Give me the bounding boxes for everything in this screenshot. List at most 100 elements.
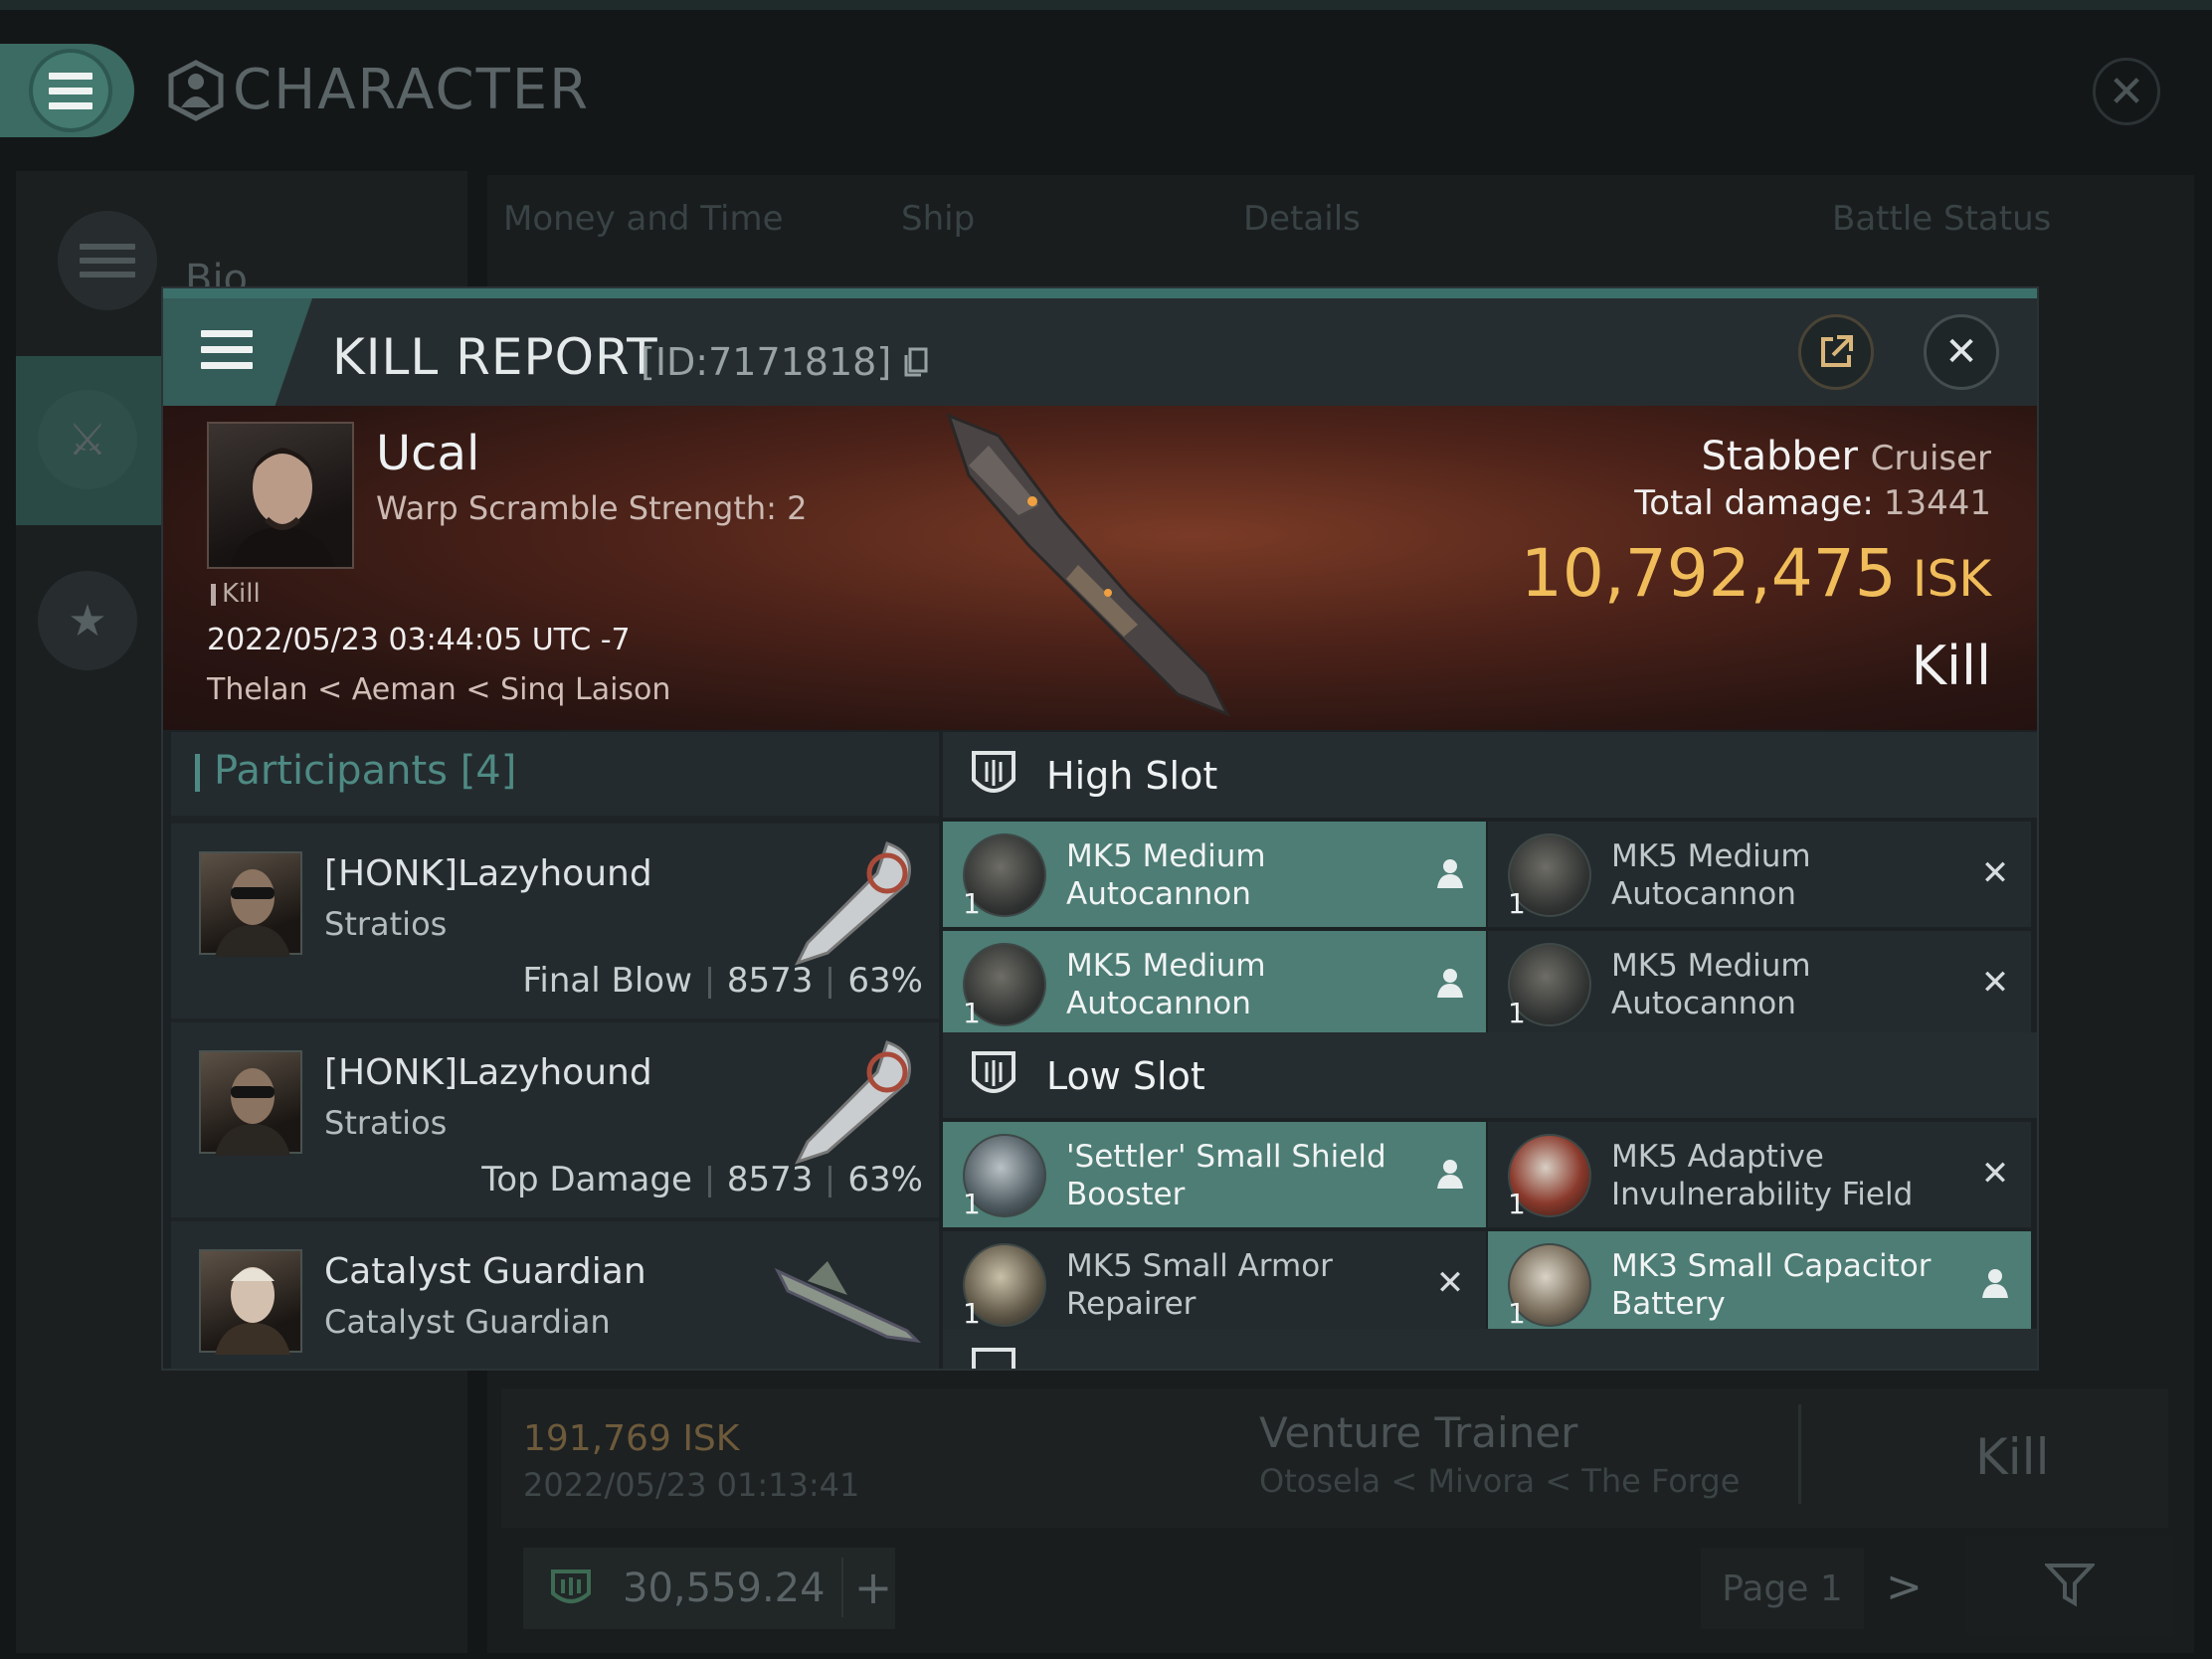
fitting-panel: High Slot 1 MK5 Medium Autocannon 1 MK5 …: [943, 732, 2037, 1369]
wallet-amount: 30,559.24: [623, 1566, 826, 1611]
star-icon: ★: [38, 571, 137, 670]
low-slot-header: Low Slot: [943, 1032, 2037, 1118]
participant-ship: Catalyst Guardian: [324, 1303, 611, 1341]
module-name: MK5 Medium Autocannon: [1611, 948, 1811, 1021]
participant-damage: 8573: [726, 961, 814, 1001]
module-name: MK5 Medium Autocannon: [1066, 838, 1266, 912]
kill-banner: Ucal Warp Scramble Strength: 2 Kill 2022…: [163, 406, 2037, 730]
high-slot-header: High Slot: [943, 732, 2037, 818]
page-title: CHARACTER: [167, 58, 590, 122]
close-window-button[interactable]: ✕: [2093, 58, 2160, 125]
next-page-button[interactable]: >: [1886, 1562, 1923, 1612]
module-quantity: 1: [963, 1297, 981, 1330]
sidebar-item-combat[interactable]: ⚔: [16, 356, 163, 525]
close-dialog-button[interactable]: ✕: [1924, 314, 1999, 390]
module-item[interactable]: 1 MK5 Medium Autocannon: [943, 931, 1486, 1036]
close-icon: ✕: [1944, 329, 1978, 375]
tab-bar: Money and Time Ship Details Battle Statu…: [503, 199, 2154, 255]
module-name: MK5 Adaptive Invulnerability Field: [1611, 1139, 1914, 1212]
module-item[interactable]: 1 MK5 Medium Autocannon: [943, 822, 1486, 927]
participant-ship: Stratios: [324, 905, 448, 943]
module-item[interactable]: 1 'Settler' Small Shield Booster: [943, 1122, 1486, 1227]
participant-row[interactable]: [HONK]Lazyhound Stratios Final Blow 8573 6…: [171, 824, 939, 1018]
bio-menu-icon: [58, 211, 157, 310]
low-slot-title: Low Slot: [1046, 1054, 1205, 1098]
participant-stats: Final Blow 8573 63%: [522, 961, 923, 1001]
participant-row[interactable]: Catalyst Guardian Catalyst Guardian: [171, 1221, 939, 1369]
page-title-text: CHARACTER: [233, 58, 591, 122]
sidebar-item-medals[interactable]: ★: [16, 541, 163, 715]
dialog-title: KILL REPORT: [332, 328, 658, 386]
list-item-isk: 191,769 ISK: [523, 1418, 740, 1459]
module-item[interactable]: 1 MK3 Small Capacitor Battery: [1488, 1231, 2031, 1337]
list-item-date: 2022/05/23 01:13:41: [523, 1466, 860, 1504]
tab-battle-status[interactable]: Battle Status: [1832, 199, 2051, 239]
ship-name: Stabber: [1701, 434, 1858, 479]
top-bar: [0, 0, 2212, 10]
module-name: MK3 Small Capacitor Battery: [1611, 1248, 1932, 1322]
ship-render: [946, 413, 1231, 717]
tab-details[interactable]: Details: [1243, 199, 1361, 239]
participants-panel: Participants [4] [HONK]Lazyhound Stratio…: [171, 732, 939, 1369]
module-item[interactable]: 1 MK5 Medium Autocannon ✕: [1488, 822, 2031, 927]
tab-ship[interactable]: Ship: [901, 199, 975, 239]
kill-tag-label: Kill: [222, 579, 261, 609]
participant-avatar[interactable]: [199, 1249, 302, 1355]
menu-icon: [29, 49, 112, 132]
slot-icon: [972, 1348, 1015, 1369]
participant-avatar[interactable]: [199, 851, 302, 957]
destroyed-icon: ✕: [1980, 1154, 2010, 1194]
participant-row[interactable]: [HONK]Lazyhound Stratios Top Damage 8573 6…: [171, 1022, 939, 1217]
add-funds-button[interactable]: +: [841, 1558, 903, 1617]
pilot-icon: [1975, 1263, 2015, 1303]
wallet-icon: [551, 1569, 591, 1603]
list-item-result: Kill: [1975, 1428, 2050, 1486]
participant-avatar[interactable]: [199, 1050, 302, 1156]
high-slot-title: High Slot: [1046, 754, 1218, 798]
destroyed-icon: ✕: [1435, 1263, 1465, 1303]
module-quantity: 1: [1508, 997, 1526, 1029]
participant-name: [HONK]Lazyhound: [324, 853, 652, 894]
copy-icon: [904, 347, 928, 377]
participants-header: Participants [4]: [171, 732, 939, 816]
isk-amount: 10,792,475: [1520, 535, 1897, 612]
kill-location[interactable]: Thelan < Aeman < Sinq Laison: [207, 672, 670, 707]
participants-label: Participants: [214, 748, 448, 794]
pilot-icon: [1430, 1154, 1470, 1194]
module-quantity: 1: [1508, 1188, 1526, 1220]
ship-type[interactable]: Stabber Cruiser: [1702, 434, 1991, 479]
pilot-icon: [1430, 853, 1470, 893]
module-item[interactable]: 1 MK5 Medium Autocannon ✕: [1488, 931, 2031, 1036]
module-item[interactable]: 1 MK5 Adaptive Invulnerability Field ✕: [1488, 1122, 2031, 1227]
participants-count: [4]: [460, 748, 517, 794]
filter-button[interactable]: [1965, 1536, 2174, 1635]
participant-stats: Top Damage 8573 63%: [481, 1160, 923, 1199]
participant-percent: 63%: [847, 1160, 923, 1199]
kill-tag: Kill: [211, 579, 261, 609]
dialog-menu-button[interactable]: [163, 298, 312, 406]
destroyed-icon: ✕: [1980, 853, 2010, 893]
crossed-swords-icon: ⚔: [38, 390, 137, 489]
export-icon: [1821, 335, 1853, 367]
tab-money-and-time[interactable]: Money and Time: [503, 199, 784, 239]
kill-datetime: 2022/05/23 03:44:05 UTC -7: [207, 623, 631, 657]
kill-id[interactable]: [ID:7171818]: [641, 340, 929, 384]
slot-icon: [972, 1051, 1015, 1093]
pilot-portrait: [215, 869, 290, 957]
export-button[interactable]: [1798, 314, 1874, 390]
total-damage-label: Total damage:: [1634, 483, 1874, 523]
character-icon: [168, 59, 224, 121]
module-item[interactable]: 1 MK5 Small Armor Repairer ✕: [943, 1231, 1486, 1337]
module-quantity: 1: [963, 1188, 981, 1220]
pilot-icon: [1430, 963, 1470, 1003]
module-name: MK5 Medium Autocannon: [1611, 838, 1811, 912]
participant-ship: Stratios: [324, 1104, 448, 1142]
participant-name: [HONK]Lazyhound: [324, 1052, 652, 1093]
close-icon: ✕: [2108, 66, 2145, 117]
kill-id-text: [ID:7171818]: [641, 340, 892, 384]
main-menu-button[interactable]: [0, 44, 134, 137]
pilot-portrait: [215, 1267, 290, 1355]
participant-ship-render: [795, 841, 911, 966]
list-item-ship: Venture Trainer: [1259, 1408, 1578, 1457]
victim-avatar[interactable]: [207, 422, 354, 569]
